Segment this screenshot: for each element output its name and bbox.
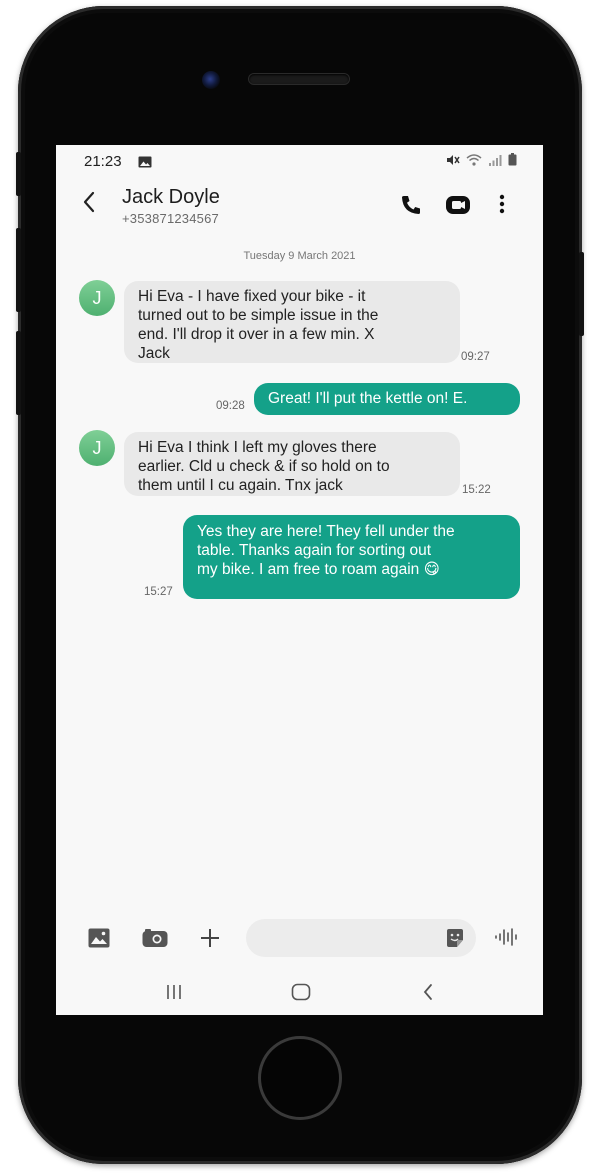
message-line: Hi Eva I think I left my gloves there [138,439,377,456]
back-nav-icon[interactable] [422,983,434,1006]
camera-icon[interactable] [142,929,168,952]
image-icon[interactable] [88,928,110,953]
message-line: table. Thanks again for sorting out [197,542,432,559]
message-compose-field[interactable] [246,919,476,957]
plus-icon[interactable] [199,927,221,954]
message-timestamp: 15:27 [144,586,173,598]
date-separator: Tuesday 9 March 2021 [243,250,356,262]
power-button [579,252,584,336]
message-timestamp: 15:22 [462,484,491,496]
message-line: my bike. I am free to roam again 😋 [197,561,440,578]
message-line: Yes they are here! They fell under the [197,523,455,540]
message-line: Hi Eva - I have fixed your bike - it [138,288,366,305]
message-line: end. I'll drop it over in a few min. X [138,326,375,343]
home-button[interactable] [258,1036,342,1120]
contact-name: Jack Doyle [122,186,220,208]
gallery-icon [138,155,152,173]
status-time: 21:23 [84,153,122,170]
message-timestamp: 09:27 [461,351,490,363]
wifi-icon [466,153,482,171]
outgoing-message[interactable]: Yes they are here! They fell under the t… [183,515,520,599]
message-input-bar [56,915,543,965]
sticker-icon[interactable] [445,928,465,953]
mute-icon [446,153,460,171]
message-line: them until I cu again. Tnx jack [138,477,343,494]
status-icons [446,153,517,171]
navigation-bar [56,975,543,1015]
message-line: Great! I'll put the kettle on! E. [268,390,468,407]
phone-call-icon[interactable] [399,193,423,222]
front-camera [202,71,220,89]
battery-icon [508,153,517,171]
message-line: turned out to be simple issue in the [138,307,379,324]
incoming-message[interactable]: Hi Eva - I have fixed your bike - it tur… [124,281,460,363]
recents-nav-icon[interactable] [165,984,183,1005]
volume-up-button [16,228,21,312]
signal-icon [488,153,502,171]
contact-number: +353871234567 [122,211,219,226]
home-nav-icon[interactable] [291,983,311,1006]
message-line: Jack [138,345,170,362]
outgoing-message[interactable]: Great! I'll put the kettle on! E. [254,383,520,415]
incoming-message[interactable]: Hi Eva I think I left my gloves there ea… [124,432,460,496]
message-line: earlier. Cld u check & if so hold on to [138,458,390,475]
screen: 21:23 Jack Doyle +353871234567 Tuesday 9… [56,145,543,1015]
mute-switch [16,152,21,196]
back-icon[interactable] [82,191,96,218]
contact-avatar[interactable]: J [79,430,115,466]
volume-down-button [16,331,21,415]
video-call-icon[interactable] [445,194,471,221]
earpiece-speaker [249,74,349,84]
more-options-icon[interactable] [498,193,506,220]
status-bar: 21:23 [56,145,543,175]
contact-avatar[interactable]: J [79,280,115,316]
conversation-header: Jack Doyle +353871234567 [56,175,543,235]
message-timestamp: 09:28 [216,400,245,412]
voice-icon[interactable] [494,927,520,952]
